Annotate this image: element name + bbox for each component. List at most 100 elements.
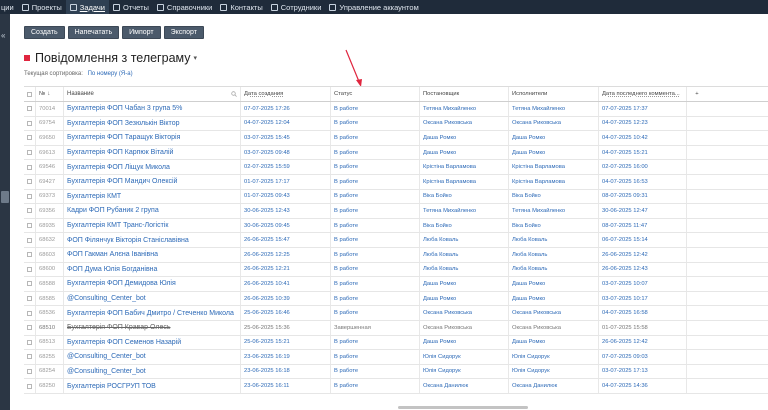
cell-name-link[interactable]: Бухгалтерія ФОП Карпюк Віталій: [64, 145, 241, 160]
table-row[interactable]: 69754 Бухгалтерія ФОП Зезюлькін Віктор 04-…: [24, 116, 768, 132]
row-checkbox[interactable]: [24, 174, 36, 189]
account-icon: [329, 3, 337, 11]
column-last-comment[interactable]: Дата последнего коммента...: [599, 87, 687, 101]
sidebar-handle[interactable]: [1, 191, 9, 203]
row-checkbox[interactable]: [24, 145, 36, 160]
search-icon[interactable]: [231, 91, 237, 97]
cell-author: Даша Ромко: [420, 335, 509, 350]
cell-name-link[interactable]: Бухгалтерія КМТ Транс-Логістік: [64, 218, 241, 233]
select-all-checkbox[interactable]: [24, 87, 36, 101]
table-row[interactable]: 68250 Бухгалтерія РОСГРУП ТОВ 23-06-2025 1…: [24, 379, 768, 394]
column-author[interactable]: Постановщик: [420, 87, 509, 101]
column-date-created[interactable]: Дата создания: [241, 87, 331, 101]
table-header: № ↓ Название Дата создания Статус Постано…: [24, 87, 768, 102]
cell-author: Даша Ромко: [420, 131, 509, 145]
table-row[interactable]: 68254 @Consulting_Center_bot 23-06-2025 16…: [24, 364, 768, 380]
column-number[interactable]: № ↓: [36, 87, 64, 101]
cell-name-link[interactable]: ФОП Філянчук Вікторія Станіславівна: [64, 233, 241, 247]
cell-last-comment: 04-07-2025 16:58: [599, 306, 687, 320]
cell-name-link[interactable]: Бухгалтерія ФОП Чабан 3 група 5%: [64, 102, 241, 116]
row-checkbox[interactable]: [24, 291, 36, 306]
column-executors[interactable]: Исполнители: [509, 87, 599, 101]
row-checkbox[interactable]: [24, 204, 36, 218]
cell-name-link[interactable]: Бухгалтерія ФОП Семенов Назарій: [64, 335, 241, 350]
table-row[interactable]: 68513 Бухгалтерія ФОП Семенов Назарій 25-0…: [24, 335, 768, 351]
cell-name-link[interactable]: Бухгалтерія ФОП Зезюлькін Віктор: [64, 116, 241, 131]
table-row[interactable]: 69427 Бухгалтерія ФОП Мандич Олексій 01-07…: [24, 174, 768, 190]
table-row[interactable]: 68510 Бухгалтерія ФОП Кравар Олесь 25-06-2…: [24, 320, 768, 336]
cell-name-link[interactable]: @Consulting_Center_bot: [64, 364, 241, 379]
table-row[interactable]: 68585 @Consulting_Center_bot 26-06-2025 10…: [24, 291, 768, 307]
cell-name-link[interactable]: Кадри ФОП Рубаник 2 група: [64, 204, 241, 218]
table-row[interactable]: 70014 Бухгалтерія ФОП Чабан 3 група 5% 07-…: [24, 102, 768, 117]
row-checkbox[interactable]: [24, 262, 36, 277]
cell-date-created: 30-06-2025 09:45: [241, 218, 331, 233]
nav-item-truncated[interactable]: ции: [0, 0, 18, 14]
cell-name-link[interactable]: Бухгалтерія КМТ: [64, 189, 241, 204]
row-checkbox[interactable]: [24, 233, 36, 247]
nav-item-account[interactable]: Управление аккаунтом: [325, 0, 422, 14]
row-checkbox[interactable]: [24, 350, 36, 364]
column-name[interactable]: Название: [64, 87, 241, 101]
table-row[interactable]: 69356 Кадри ФОП Рубаник 2 група 30-06-2025…: [24, 204, 768, 219]
cell-name-link[interactable]: Бухгалтерія ФОП Таращук Вікторія: [64, 131, 241, 145]
row-checkbox[interactable]: [24, 379, 36, 393]
cell-last-comment: 01-07-2025 15:58: [599, 320, 687, 335]
table-row[interactable]: 69650 Бухгалтерія ФОП Таращук Вікторія 03-…: [24, 131, 768, 146]
table-row[interactable]: 68536 Бухгалтерія ФОП Бабич Дмитро / Стеч…: [24, 306, 768, 321]
add-column-button[interactable]: +: [687, 87, 707, 101]
table-row[interactable]: 69373 Бухгалтерія КМТ 01-07-2025 09:43 В ра…: [24, 189, 768, 205]
table-row[interactable]: 68603 ФОП Гакман Алєна Іванівна 26-06-2025…: [24, 247, 768, 263]
cell-name-link[interactable]: Бухгалтерія РОСГРУП ТОВ: [64, 379, 241, 393]
row-checkbox[interactable]: [24, 335, 36, 350]
table-row[interactable]: 69613 Бухгалтерія ФОП Карпюк Віталій 03-07…: [24, 145, 768, 161]
cell-status: В работе: [331, 364, 420, 379]
cell-author: Крістіна Варламова: [420, 174, 509, 189]
row-checkbox[interactable]: [24, 277, 36, 291]
cell-name-link[interactable]: ФОП Гакман Алєна Іванівна: [64, 247, 241, 262]
nav-item-contacts[interactable]: Контакты: [216, 0, 266, 14]
cell-number: 68585: [36, 291, 64, 306]
cell-name-link[interactable]: ФОП Дума Юлія Богданівна: [64, 262, 241, 277]
table-row[interactable]: 68588 Бухгалтерія ФОП Демидова Юлія 26-06-…: [24, 277, 768, 292]
cell-date-created: 01-07-2025 09:43: [241, 189, 331, 204]
cell-name-link[interactable]: Бухгалтерія ФОП Ліщук Микола: [64, 160, 241, 174]
row-checkbox[interactable]: [24, 102, 36, 116]
row-checkbox[interactable]: [24, 320, 36, 335]
row-checkbox[interactable]: [24, 189, 36, 204]
table-row[interactable]: 69546 Бухгалтерія ФОП Ліщук Микола 02-07-2…: [24, 160, 768, 175]
cell-executor: Крістіна Варламова: [509, 174, 599, 189]
cell-empty: [687, 175, 707, 189]
column-status[interactable]: Статус: [331, 87, 420, 101]
row-checkbox[interactable]: [24, 364, 36, 379]
nav-item-tasks[interactable]: Задачи: [65, 0, 109, 14]
checkbox-icon: [27, 135, 32, 141]
row-checkbox[interactable]: [24, 247, 36, 262]
row-checkbox[interactable]: [24, 116, 36, 131]
cell-date-created: 25-06-2025 15:21: [241, 335, 331, 350]
row-checkbox[interactable]: [24, 218, 36, 233]
cell-empty: [687, 263, 707, 277]
scrollbar-thumb[interactable]: [398, 406, 528, 409]
table-row[interactable]: 68935 Бухгалтерія КМТ Транс-Логістік 30-06…: [24, 218, 768, 234]
table-row[interactable]: 68255 @Consulting_Center_bot 23-06-2025 16…: [24, 350, 768, 365]
cell-name-link[interactable]: Бухгалтерія ФОП Кравар Олесь: [64, 320, 241, 335]
row-checkbox[interactable]: [24, 306, 36, 320]
cell-name-link[interactable]: @Consulting_Center_bot: [64, 291, 241, 306]
table-row[interactable]: 68632 ФОП Філянчук Вікторія Станіславівна…: [24, 233, 768, 248]
collapse-sidebar-icon[interactable]: «: [1, 31, 5, 40]
row-checkbox[interactable]: [24, 160, 36, 174]
nav-item-employees[interactable]: Сотрудники: [267, 0, 326, 14]
nav-item-projects[interactable]: Проекты: [18, 0, 66, 14]
nav-item-directories[interactable]: Справочники: [153, 0, 216, 14]
cell-author: Тетяна Михайленко: [420, 204, 509, 218]
cell-name-link[interactable]: Бухгалтерія ФОП Демидова Юлія: [64, 277, 241, 291]
checkbox-icon: [27, 281, 32, 287]
cell-name-link[interactable]: Бухгалтерія ФОП Мандич Олексій: [64, 174, 241, 189]
row-checkbox[interactable]: [24, 131, 36, 145]
cell-name-link[interactable]: Бухгалтерія ФОП Бабич Дмитро / Стеченко …: [64, 306, 241, 320]
cell-name-link[interactable]: @Consulting_Center_bot: [64, 350, 241, 364]
nav-item-reports[interactable]: Отчеты: [109, 0, 153, 14]
table-row[interactable]: 68600 ФОП Дума Юлія Богданівна 26-06-2025 …: [24, 262, 768, 278]
cell-empty: [687, 233, 707, 247]
